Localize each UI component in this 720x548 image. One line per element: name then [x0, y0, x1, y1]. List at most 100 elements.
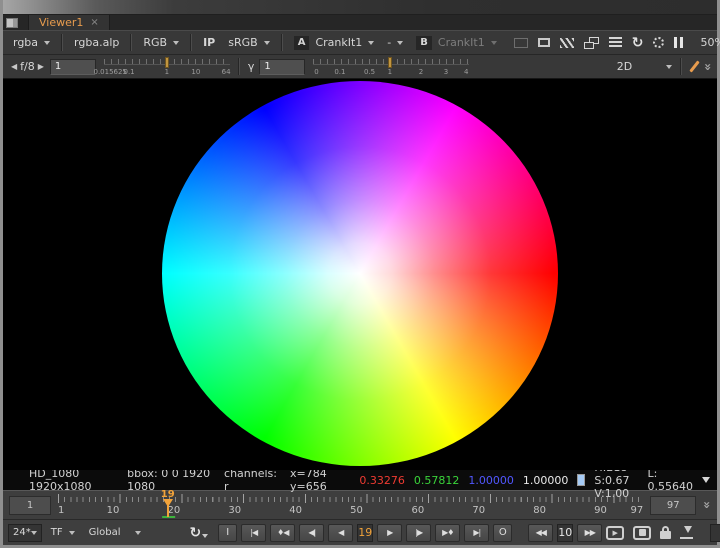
cliptest-icon[interactable]	[560, 38, 574, 48]
current-frame-input[interactable]: 19	[357, 524, 373, 542]
render-icon[interactable]	[680, 526, 693, 539]
divider	[680, 58, 682, 75]
gamma-input[interactable]: 1	[259, 59, 305, 75]
status-bar: HD_1080 1920x1080 bbox: 0 0 1920 1080 ch…	[3, 470, 717, 490]
alpha-value: 1.00000	[523, 474, 569, 487]
tab-viewer1[interactable]: Viewer1 ×	[28, 15, 110, 30]
format-label: HD_1080 1920x1080	[29, 467, 114, 493]
frame-tick-label: 10	[107, 505, 120, 516]
chevron-down-icon	[397, 41, 403, 45]
frame-display-value: TF	[51, 527, 63, 538]
pane-icon[interactable]	[6, 18, 18, 28]
frame-display-dropdown[interactable]: TF	[46, 525, 80, 540]
gain-input[interactable]: 1	[50, 59, 96, 75]
frame-tick-label: 30	[228, 505, 241, 516]
alpha-channel-button[interactable]: rgba.alp	[69, 34, 124, 51]
tick-label: 4	[464, 68, 468, 76]
playback-mode-dropdown[interactable]: ↻	[190, 526, 209, 540]
in-point-button[interactable]: I	[218, 524, 237, 542]
divider	[238, 58, 240, 75]
o-button[interactable]: O	[493, 524, 512, 542]
global-last-frame: 97	[710, 524, 720, 542]
tick-label: 0	[314, 68, 318, 76]
flipbook-play-icon[interactable]: ▶	[606, 526, 624, 540]
view-mode-dropdown[interactable]: 2D	[612, 58, 677, 75]
jump-forward-button[interactable]: ▶▶	[577, 524, 602, 542]
roi-icon[interactable]	[514, 38, 528, 48]
fstop-down-button[interactable]: ◀	[8, 62, 20, 71]
monitor-out-icon[interactable]	[584, 37, 599, 49]
render-icon-group: ▶ 97	[606, 524, 720, 542]
play-glyph: ▶	[613, 529, 618, 537]
prev-keyframe-button[interactable]: ♦◀	[270, 524, 295, 542]
view-mode-value: 2D	[617, 60, 632, 73]
overflow-chevron-icon[interactable]: »	[701, 501, 713, 509]
play-backward-button[interactable]: ◀	[328, 524, 353, 542]
range-start-input[interactable]: 1	[9, 496, 51, 515]
readout-dropdown-caret[interactable]	[702, 477, 710, 483]
frame-tick-label: 40	[289, 505, 302, 516]
input-process-button[interactable]: IP	[198, 34, 220, 51]
tab-close-icon[interactable]: ×	[90, 17, 98, 28]
chevron-down-icon	[135, 531, 141, 535]
timeline-ruler[interactable]: 1 10 20 30 40 50 60 70 80 90 97 19	[58, 491, 643, 519]
zoom-level-value: 50%	[700, 36, 720, 49]
scanline-icon[interactable]	[609, 37, 622, 48]
goto-start-button[interactable]: |◀	[241, 524, 266, 542]
step-forward-button[interactable]: |▶	[406, 524, 431, 542]
blue-value: 1.00000	[468, 474, 514, 487]
timeline: 1 1 10 20 30 40 50 60 70 80 90 97 19 97 …	[3, 490, 717, 519]
gain-slider-handle[interactable]	[165, 57, 169, 68]
tick-label: 64	[222, 68, 231, 76]
window-titlebar[interactable]	[3, 0, 717, 15]
chevron-down-icon	[31, 531, 37, 535]
red-value: 0.33276	[359, 474, 405, 487]
chevron-down-icon	[69, 531, 75, 535]
tick-label: 0.5	[364, 68, 375, 76]
gain-slider[interactable]: 0.015625 0.1 1 10 64	[104, 56, 230, 77]
viewer-window: Viewer1 × rgba rgba.alp RGB IP sRGB A Cr…	[0, 0, 720, 548]
b-input-dropdown[interactable]: B CrankIt1	[411, 34, 501, 52]
viewer-canvas[interactable]	[3, 79, 717, 470]
refresh-icon[interactable]: ↻	[632, 36, 644, 50]
display-channels-dropdown[interactable]: RGB	[138, 34, 184, 51]
overflow-chevron-icon[interactable]: »	[702, 63, 714, 71]
chevron-down-icon	[491, 41, 497, 45]
play-forward-button[interactable]: ▶	[377, 524, 402, 542]
wipe-mode-dropdown[interactable]: -	[382, 34, 408, 51]
proxy-icon[interactable]	[538, 38, 550, 47]
goto-end-button[interactable]: ▶|	[464, 524, 489, 542]
exposure-toolbar: ◀ f/8 ▶ 1 0.015625 0.1 1 10 64 γ 1 0 0.1…	[3, 55, 717, 79]
next-keyframe-button[interactable]: ▶♦	[435, 524, 460, 542]
major-ticks	[58, 494, 643, 503]
fps-dropdown[interactable]: 24*	[8, 524, 42, 542]
pencil-icon[interactable]	[690, 60, 700, 72]
step-back-button[interactable]: ◀|	[299, 524, 324, 542]
divider	[130, 34, 132, 51]
range-mode-value: Global	[89, 527, 121, 538]
tick-label: 2	[419, 68, 423, 76]
tick-label: 1	[388, 68, 392, 76]
fps-value: 24*	[13, 527, 31, 538]
pause-icon[interactable]	[674, 37, 683, 48]
fstop-label: f/8	[20, 60, 35, 73]
gamma-slider-handle[interactable]	[388, 57, 392, 68]
frame-increment-input[interactable]: 10	[557, 524, 573, 542]
channel-layer-dropdown[interactable]: rgba	[8, 34, 55, 51]
lock-icon[interactable]	[660, 526, 671, 539]
range-mode-dropdown[interactable]: Global	[84, 525, 146, 540]
stop-icon[interactable]	[633, 526, 651, 540]
range-end-input[interactable]: 97	[650, 496, 696, 515]
fstop-up-button[interactable]: ▶	[35, 62, 47, 71]
tick-label: 3	[444, 68, 448, 76]
a-input-dropdown[interactable]: A CrankIt1	[289, 34, 380, 52]
zoom-level-dropdown[interactable]: 50%	[695, 34, 720, 51]
gear-icon[interactable]	[653, 37, 664, 48]
tick-label: 10	[191, 68, 200, 76]
gamma-slider[interactable]: 0 0.1 0.5 1 2 3 4	[313, 56, 469, 77]
channel-layer-value: rgba	[13, 36, 38, 49]
viewer-lut-dropdown[interactable]: sRGB	[223, 34, 274, 51]
a-buffer-value: CrankIt1	[315, 36, 362, 49]
chevron-down-icon	[264, 41, 270, 45]
jump-back-button[interactable]: ◀◀	[528, 524, 553, 542]
